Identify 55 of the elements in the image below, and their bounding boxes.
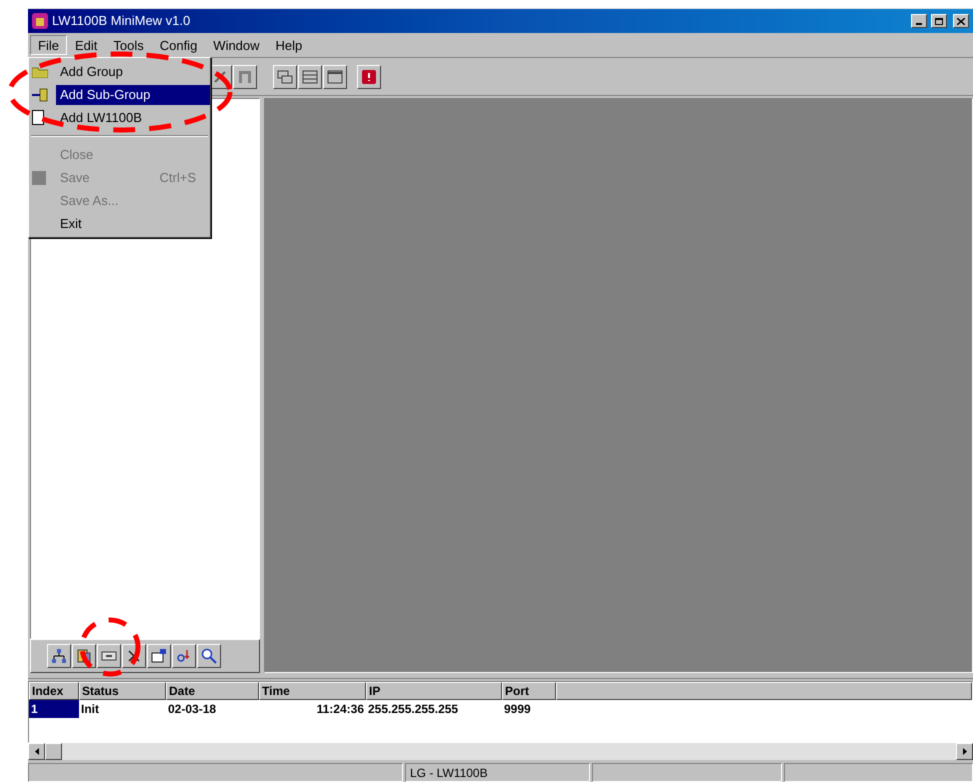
alert-button[interactable] (357, 64, 381, 88)
scroll-right-button[interactable] (956, 743, 973, 760)
column-header[interactable]: Date (166, 682, 259, 700)
window-title: LW1100B MiniMew v1.0 (52, 12, 190, 30)
network-button[interactable] (47, 644, 71, 668)
scroll-left-button[interactable] (28, 743, 45, 760)
cascade-button[interactable] (273, 64, 297, 88)
x-icon (127, 649, 141, 663)
pencil-icon (213, 70, 227, 84)
table-cell-text: 255.255.255.255 (367, 701, 460, 718)
column-header[interactable]: Port (502, 682, 556, 700)
cascade-icon (277, 70, 293, 84)
tile-horizontal-button[interactable] (298, 64, 322, 88)
tile-horizontal-icon (302, 70, 318, 84)
table-cell-text: 9999 (503, 701, 532, 718)
search-button[interactable] (197, 644, 221, 668)
network-icon (51, 648, 67, 664)
close-icon (957, 18, 965, 24)
table-cell: 1 (29, 700, 79, 718)
menu-item[interactable]: Window (205, 35, 268, 55)
properties-button[interactable] (147, 644, 171, 668)
menu-item[interactable]: File (30, 35, 67, 55)
menu-option[interactable]: Add LW1100B (29, 106, 210, 129)
device-button[interactable] (97, 644, 121, 668)
menu-option[interactable]: Exit (29, 212, 210, 235)
menu-item[interactable]: Help (268, 35, 310, 55)
device-icon (101, 650, 117, 662)
annotation-ellipse (78, 616, 142, 678)
table-cell-text: 02-03-18 (167, 701, 218, 718)
scroll-thumb[interactable] (45, 743, 62, 760)
minimize-button[interactable] (911, 14, 927, 28)
app-icon (32, 13, 48, 29)
column-header[interactable]: Index (29, 682, 79, 700)
swap-arrows-icon (176, 648, 192, 664)
search-icon (201, 648, 217, 664)
menu-item[interactable]: Tools (105, 35, 152, 55)
alert-icon (361, 68, 377, 84)
close-button[interactable] (953, 14, 969, 28)
column-header[interactable]: IP (366, 682, 502, 700)
column-header[interactable]: Status (79, 682, 166, 700)
column-header[interactable]: Time (259, 682, 366, 700)
table-cell-text: Init (80, 701, 100, 718)
status-text: LG - LW1100B (405, 763, 590, 782)
menu-item[interactable]: Config (152, 35, 206, 55)
toolbar-button[interactable] (233, 64, 257, 88)
menu-item[interactable]: Edit (66, 35, 106, 55)
plug-icon (32, 88, 48, 102)
table-cell-text: 11:24:36 (316, 701, 365, 718)
page-icon (32, 110, 44, 125)
swap-button[interactable] (172, 644, 196, 668)
right-arrow-icon (962, 748, 966, 755)
tile-vertical-button[interactable] (323, 64, 347, 88)
left-arrow-icon (34, 748, 38, 755)
maximize-button[interactable] (931, 14, 947, 28)
menu-option[interactable]: Add Group (29, 60, 210, 83)
